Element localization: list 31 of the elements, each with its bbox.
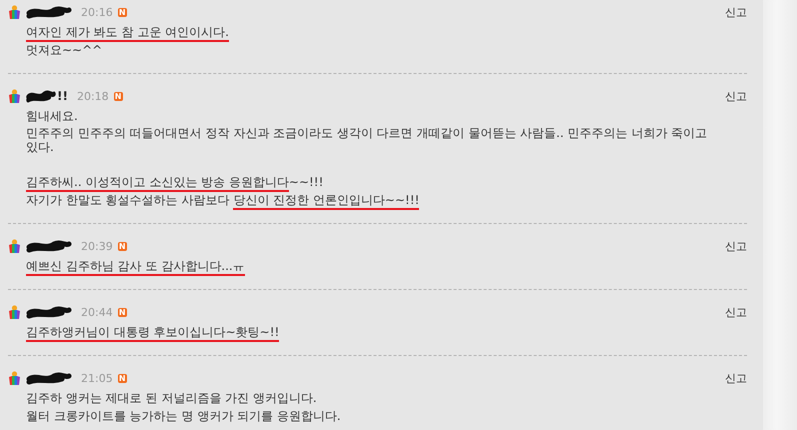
rainbow-person-icon — [8, 4, 21, 20]
new-badge: N — [114, 92, 123, 100]
comment-text: 김주하씨.. 이성적이고 소신있는 방송 응원합니다~~!!! — [26, 174, 718, 192]
report-link[interactable]: 신고 — [725, 4, 747, 20]
report-link[interactable]: 신고 — [725, 238, 747, 254]
comment-text: 민주주의 민주주의 떠들어대면서 정작 자신과 조금이라도 생각이 다르면 개떼같이 물어뜯는 사람들.. 민주주의는 너희가 죽이고 있다. — [26, 126, 708, 156]
comment-text: 김주하 앵커는 제대로 된 저널리즘을 가진 앵커입니다. — [26, 390, 318, 407]
comment-time: 20:18 — [76, 90, 109, 102]
rainbow-person-icon — [8, 304, 21, 320]
report-link[interactable]: 신고 — [725, 88, 747, 104]
rainbow-person-icon — [8, 238, 21, 254]
rainbow-person-icon — [8, 88, 21, 104]
author-name: !! — [57, 89, 68, 103]
comment-text: 예쁘신 김주하님 감사 또 감사합니다...ㅠ — [26, 258, 718, 276]
comment-time: 20:44 — [81, 306, 113, 318]
comment-time: 20:16 — [81, 6, 113, 18]
rainbow-person-icon — [8, 370, 21, 386]
comment-text: 힘내세요. — [26, 108, 79, 125]
comment-text: 멋져요~~^^ — [26, 42, 104, 59]
comment-time: 21:05 — [81, 372, 113, 384]
comment-text: 여자인 제가 봐도 참 고운 여인이시다. — [26, 24, 718, 42]
comment-time: 20:39 — [81, 240, 113, 252]
report-link[interactable]: 신고 — [725, 370, 747, 386]
new-badge: N — [118, 8, 127, 16]
new-badge: N — [118, 242, 127, 250]
comment-text: 자기가 한말도 횡설수설하는 사람보다 당신이 진정한 언론인입니다~~!!! — [26, 192, 718, 210]
comment-text: 김주하앵커님이 대통령 후보이십니다~홧팅~!! — [26, 324, 718, 342]
new-badge: N — [118, 308, 127, 316]
comment-text: 월터 크롱카이트를 능가하는 명 앵커가 되기를 응원합니다. — [26, 408, 342, 425]
new-badge: N — [118, 374, 127, 382]
report-link[interactable]: 신고 — [725, 304, 747, 320]
